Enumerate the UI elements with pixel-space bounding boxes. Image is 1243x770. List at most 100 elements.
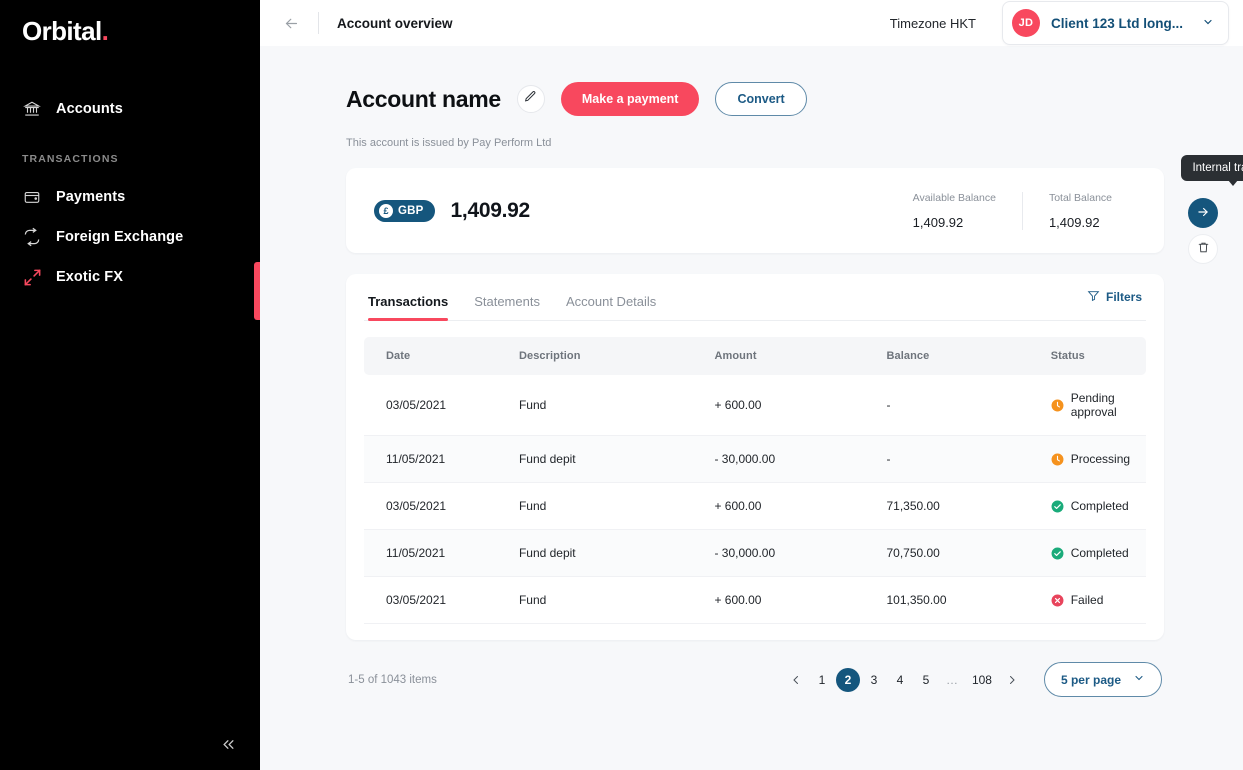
make-payment-button[interactable]: Make a payment xyxy=(560,82,700,116)
status-badge: Completed xyxy=(1070,499,1129,513)
sidebar-collapse-button[interactable] xyxy=(214,730,242,758)
column-header-date: Date xyxy=(364,337,497,375)
edit-account-name-button[interactable] xyxy=(516,85,545,113)
sidebar-item-exotic-fx[interactable]: Exotic FX xyxy=(0,257,260,297)
cell-balance: 71,350.00 xyxy=(864,482,1029,530)
pagination-page-2[interactable]: 2 xyxy=(835,667,860,692)
status-badge: Pending approval xyxy=(1070,391,1117,419)
total-balance-col: Total Balance 1,409.92 xyxy=(1021,191,1138,230)
topbar-right: Timezone HKT JD Client 123 Ltd long... xyxy=(890,1,1229,45)
cell-amount: - 30,000.00 xyxy=(692,435,865,483)
sidebar-item-label: Foreign Exchange xyxy=(56,229,184,245)
sidebar-nav: Accounts TRANSACTIONS Payments Foreign E… xyxy=(0,89,260,297)
status-pending-icon xyxy=(1051,399,1064,412)
client-selector[interactable]: JD Client 123 Ltd long... xyxy=(1001,1,1229,45)
trash-icon xyxy=(1197,241,1210,257)
status-pending-icon xyxy=(1051,453,1064,466)
tab-statements[interactable]: Statements xyxy=(474,274,540,320)
avatar: JD xyxy=(1011,9,1040,37)
table-row[interactable]: 11/05/2021 Fund depit - 30,000.00 - Proc… xyxy=(364,435,1146,483)
table-row[interactable]: 11/05/2021 Fund depit - 30,000.00 70,750… xyxy=(364,529,1146,577)
bank-icon xyxy=(22,99,42,119)
cell-status: Failed xyxy=(1028,576,1146,624)
arrow-left-icon[interactable] xyxy=(278,10,304,36)
tab-account-details[interactable]: Account Details xyxy=(566,274,656,320)
status-badge: Processing xyxy=(1070,452,1131,466)
table-header-row: Date Description Amount Balance Status xyxy=(364,337,1146,375)
cell-status: Processing xyxy=(1028,435,1146,483)
page-title: Account overview xyxy=(337,15,453,31)
internal-transfer-tooltip: Internal transfer xyxy=(1181,155,1243,186)
pagination-ellipsis: … xyxy=(945,672,958,687)
sidebar-item-label: Accounts xyxy=(56,101,123,117)
sidebar-item-accounts[interactable]: Accounts xyxy=(0,89,260,129)
status-failed-icon xyxy=(1051,594,1064,607)
sidebar-item-label: Exotic FX xyxy=(56,269,123,285)
cell-amount: - 30,000.00 xyxy=(692,529,865,577)
status-completed-icon xyxy=(1051,547,1064,560)
pagination: 1-5 of 1043 items 1 2 3 4 5 … 108 5 per … xyxy=(346,662,1164,697)
pagination-page-108[interactable]: 108 xyxy=(966,668,998,692)
chevron-down-icon xyxy=(1202,16,1214,31)
sidebar: Orbital. Accounts TRANSACTIONS Payments … xyxy=(0,0,260,770)
status-badge: Completed xyxy=(1070,546,1129,560)
pound-icon: £ xyxy=(379,203,393,218)
transactions-table: Date Description Amount Balance Status 0… xyxy=(364,337,1146,624)
exchange-icon xyxy=(22,227,42,247)
table-row[interactable]: 03/05/2021 Fund + 600.00 71,350.00 Compl… xyxy=(364,482,1146,530)
cell-balance: 101,350.00 xyxy=(864,576,1029,624)
topbar-divider xyxy=(318,12,319,34)
cell-description: Fund depit xyxy=(496,529,693,577)
currency-badge: £ GBP xyxy=(374,199,435,222)
account-name: Account name xyxy=(346,85,501,112)
available-balance-col: Available Balance 1,409.92 xyxy=(887,192,1022,230)
sidebar-section-transactions: TRANSACTIONS xyxy=(22,153,119,165)
pagination-prev-button[interactable] xyxy=(784,668,808,692)
tab-transactions[interactable]: Transactions xyxy=(368,274,449,321)
cell-amount: + 600.00 xyxy=(692,576,865,624)
cell-status: Completed xyxy=(1028,482,1146,530)
cell-description: Fund depit xyxy=(496,435,693,483)
account-header: Account name Make a payment Convert xyxy=(346,82,1164,116)
sidebar-item-foreign-exchange[interactable]: Foreign Exchange xyxy=(0,217,260,257)
pagination-page-5[interactable]: 5 xyxy=(914,668,938,692)
chevron-down-icon xyxy=(1133,672,1145,687)
pagination-page-3[interactable]: 3 xyxy=(862,668,886,692)
balance-details: Available Balance 1,409.92 Total Balance… xyxy=(887,191,1138,230)
pagination-page-1[interactable]: 1 xyxy=(810,668,834,692)
sidebar-item-payments[interactable]: Payments xyxy=(0,177,260,217)
pagination-pages: 1 2 3 4 5 … 108 xyxy=(784,667,1024,692)
pagination-info: 1-5 of 1043 items xyxy=(348,673,437,686)
brand-dot: . xyxy=(101,16,109,46)
brand-logo[interactable]: Orbital. xyxy=(0,0,260,47)
internal-transfer-button[interactable] xyxy=(1188,198,1218,228)
filters-button[interactable]: Filters xyxy=(1087,289,1142,305)
cell-amount: + 600.00 xyxy=(692,375,865,436)
cell-status: Completed xyxy=(1028,529,1146,577)
table-row[interactable]: 03/05/2021 Fund + 600.00 101,350.00 Fail… xyxy=(364,576,1146,624)
app-root: Orbital. Accounts TRANSACTIONS Payments … xyxy=(0,0,1243,770)
filters-label: Filters xyxy=(1105,290,1142,304)
tabs: Transactions Statements Account Details … xyxy=(364,274,1146,321)
cell-date: 03/05/2021 xyxy=(364,576,497,624)
convert-button[interactable]: Convert xyxy=(715,82,807,116)
delete-account-button[interactable] xyxy=(1188,234,1218,264)
column-header-description: Description xyxy=(496,337,693,375)
per-page-select[interactable]: 5 per page xyxy=(1043,662,1162,697)
column-header-amount: Amount xyxy=(692,337,865,375)
cell-balance: 70,750.00 xyxy=(864,529,1029,577)
cell-date: 11/05/2021 xyxy=(364,529,497,577)
table-head: Date Description Amount Balance Status xyxy=(364,337,1146,375)
cell-date: 03/05/2021 xyxy=(364,375,497,436)
filter-icon xyxy=(1087,289,1100,305)
cell-description: Fund xyxy=(496,375,693,436)
column-header-status: Status xyxy=(1028,337,1146,375)
table-body: 03/05/2021 Fund + 600.00 - Pending appro… xyxy=(364,375,1146,624)
exotic-fx-icon xyxy=(22,267,42,287)
transactions-card: Transactions Statements Account Details … xyxy=(346,274,1164,640)
cell-amount: + 600.00 xyxy=(692,482,865,530)
pagination-page-4[interactable]: 4 xyxy=(888,668,912,692)
total-balance-label: Total Balance xyxy=(1048,191,1112,204)
pagination-next-button[interactable] xyxy=(1000,668,1024,692)
table-row[interactable]: 03/05/2021 Fund + 600.00 - Pending appro… xyxy=(364,375,1146,436)
